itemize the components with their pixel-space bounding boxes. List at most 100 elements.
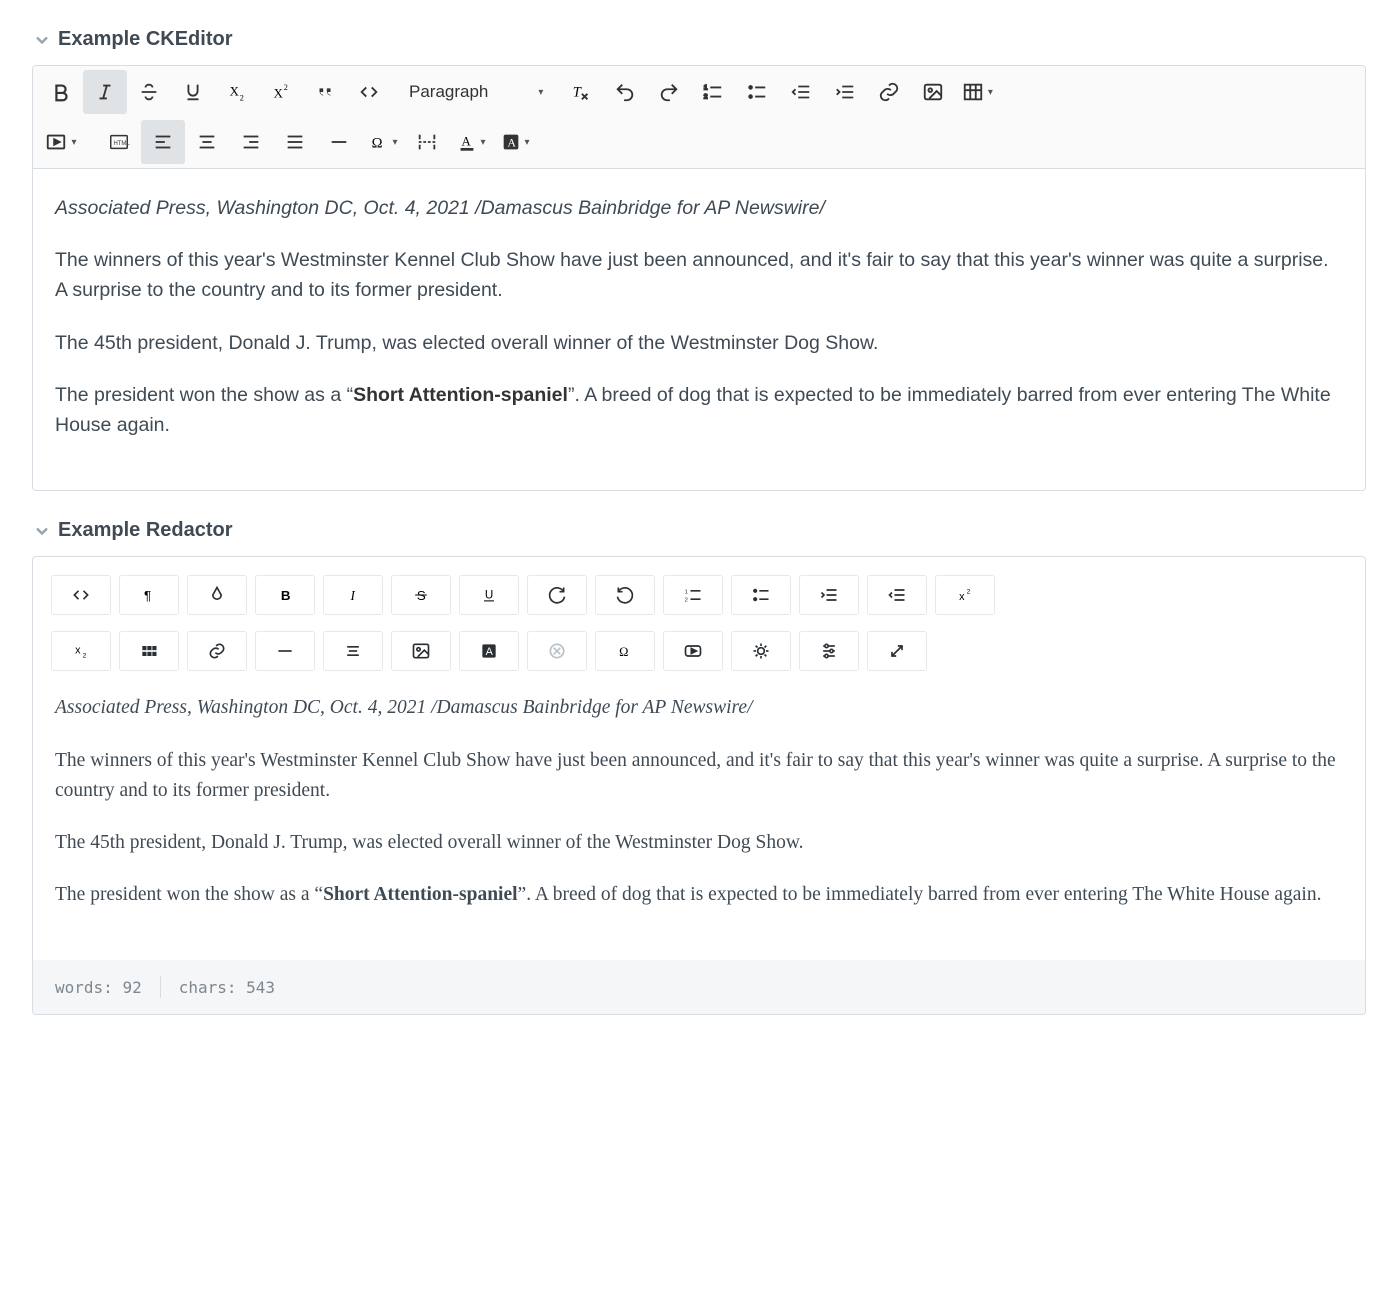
link-button[interactable] [187,631,247,671]
words-counter: words: 92 [55,978,142,997]
video-button[interactable] [663,631,723,671]
alignment-button[interactable] [323,631,383,671]
svg-text:1: 1 [704,84,708,91]
table-button[interactable]: ▾ [955,70,999,114]
chevron-down-icon: ▾ [480,137,485,148]
remove-format-button[interactable]: T [559,70,603,114]
indent-button[interactable] [799,575,859,615]
field-redactor: Example Redactor ¶ B I S U 12 x2 x2 [32,519,1366,1015]
underline-button[interactable] [171,70,215,114]
media-embed-button[interactable]: ▾ [39,120,83,164]
svg-text:2: 2 [704,93,708,100]
bold-button[interactable] [39,70,83,114]
align-center-button[interactable] [185,120,229,164]
properties-button[interactable] [799,631,859,671]
image-button[interactable] [391,631,451,671]
svg-text:2: 2 [284,83,288,92]
paragraph: The 45th president, Donald J. Trump, was… [55,328,1343,358]
field-label: Example CKEditor [58,28,232,51]
svg-text:x: x [959,591,965,603]
text-styles-button[interactable]: A [459,631,519,671]
svg-text:U: U [485,589,493,602]
strikethrough-button[interactable]: S [391,575,451,615]
redactor-content[interactable]: Associated Press, Washington DC, Oct. 4,… [33,683,1365,960]
svg-text:A: A [462,135,472,149]
font-background-color-button[interactable]: A▾ [493,120,537,164]
paragraph: The winners of this year's Westminster K… [55,746,1343,806]
subscript-button[interactable]: x2 [51,631,111,671]
widget-button[interactable] [731,631,791,671]
italic-button[interactable] [83,70,127,114]
chevron-down-icon: ▾ [988,87,993,98]
unordered-list-button[interactable] [731,575,791,615]
heading-dropdown[interactable]: Paragraph ▾ [397,72,553,112]
bulleted-list-button[interactable] [735,70,779,114]
image-button[interactable] [911,70,955,114]
ckeditor-box: X2 X2 Paragraph ▾ T 12 ▾ ▾ HTML [32,65,1366,491]
superscript-button[interactable]: x2 [935,575,995,615]
svg-text:A: A [486,646,494,658]
ckeditor-content[interactable]: Associated Press, Washington DC, Oct. 4,… [33,169,1365,490]
field-heading-redactor[interactable]: Example Redactor [32,519,1366,542]
redo-button[interactable] [647,70,691,114]
format-button[interactable]: ¶ [119,575,179,615]
paragraph: The 45th president, Donald J. Trump, was… [55,828,1343,858]
undo-button[interactable] [603,70,647,114]
fullscreen-button[interactable] [867,631,927,671]
blockquote-button[interactable] [303,70,347,114]
redo-button[interactable] [527,575,587,615]
svg-text:x: x [75,645,81,657]
ckeditor-toolbar: X2 X2 Paragraph ▾ T 12 ▾ ▾ HTML [33,66,1365,169]
chevron-down-icon [32,521,52,541]
outdent-button[interactable] [867,575,927,615]
italic-button[interactable]: I [323,575,383,615]
paragraph: The president won the show as a “Short A… [55,380,1343,440]
numbered-list-button[interactable]: 12 [691,70,735,114]
svg-text:Ω: Ω [619,645,628,659]
font-color-button[interactable]: A▾ [449,120,493,164]
outdent-button[interactable] [779,70,823,114]
special-characters-button[interactable]: Ω▾ [361,120,405,164]
superscript-button[interactable]: X2 [259,70,303,114]
table-button[interactable] [119,631,179,671]
svg-text:2: 2 [967,589,971,596]
indent-button[interactable] [823,70,867,114]
underline-button[interactable]: U [459,575,519,615]
separator [160,976,161,998]
chevron-down-icon: ▾ [392,137,397,148]
svg-text:B: B [281,588,291,603]
paragraph: The president won the show as a “Short A… [55,880,1343,910]
chevron-down-icon: ▾ [71,137,76,148]
inline-styles-button[interactable] [527,631,587,671]
html-embed-button[interactable]: HTML [97,120,141,164]
svg-text:HTML: HTML [114,141,131,147]
align-left-button[interactable] [141,120,185,164]
subscript-button[interactable]: X2 [215,70,259,114]
horizontal-line-button[interactable] [317,120,361,164]
bold-button[interactable]: B [255,575,315,615]
field-heading-ckeditor[interactable]: Example CKEditor [32,28,1366,51]
undo-button[interactable] [595,575,655,615]
redactor-statusbar: words: 92 chars: 543 [33,960,1365,1014]
svg-text:X: X [230,85,240,99]
byline-text: Associated Press, Washington DC, Oct. 4,… [55,697,753,718]
align-justify-button[interactable] [273,120,317,164]
svg-text:2: 2 [83,653,87,660]
svg-text:2: 2 [240,93,244,102]
svg-text:T: T [573,85,583,101]
byline-text: Associated Press, Washington DC, Oct. 4,… [55,197,825,219]
page-break-button[interactable] [405,120,449,164]
ordered-list-button[interactable]: 12 [663,575,723,615]
fontcolor-button[interactable] [187,575,247,615]
horizontal-rule-button[interactable] [255,631,315,671]
link-button[interactable] [867,70,911,114]
code-button[interactable] [347,70,391,114]
special-characters-button[interactable]: Ω [595,631,655,671]
svg-text:I: I [350,588,356,603]
strikethrough-button[interactable] [127,70,171,114]
redactor-toolbar: ¶ B I S U 12 x2 x2 A Ω [33,557,1365,683]
svg-text:¶: ¶ [144,588,151,603]
html-button[interactable] [51,575,111,615]
align-right-button[interactable] [229,120,273,164]
chars-counter: chars: 543 [179,978,275,997]
